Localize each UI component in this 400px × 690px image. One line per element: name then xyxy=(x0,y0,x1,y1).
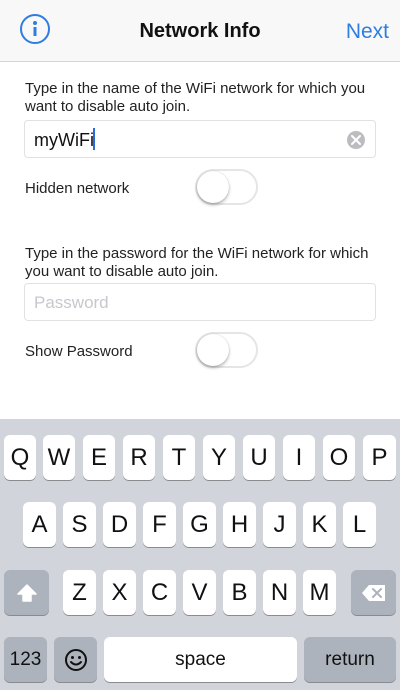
space-key[interactable]: space xyxy=(104,637,297,682)
key-p[interactable]: P xyxy=(363,435,396,480)
key-n[interactable]: N xyxy=(263,570,296,615)
key-l[interactable]: L xyxy=(343,502,376,547)
shift-key[interactable] xyxy=(4,570,49,615)
return-key[interactable]: return xyxy=(304,637,396,682)
key-m[interactable]: M xyxy=(303,570,336,615)
key-g[interactable]: G xyxy=(183,502,216,547)
keyboard: Q W E R T Y U I O P A S D F G H J K L Z … xyxy=(0,419,400,690)
next-button[interactable]: Next xyxy=(346,20,389,44)
key-t[interactable]: T xyxy=(163,435,195,480)
key-v[interactable]: V xyxy=(183,570,216,615)
delete-icon xyxy=(361,584,385,601)
key-u[interactable]: U xyxy=(243,435,275,480)
key-k[interactable]: K xyxy=(303,502,336,547)
page-title: Network Info xyxy=(139,20,261,42)
key-y[interactable]: Y xyxy=(203,435,235,480)
emoji-icon xyxy=(64,648,87,671)
shift-icon xyxy=(16,583,37,602)
key-z[interactable]: Z xyxy=(63,570,96,615)
key-s[interactable]: S xyxy=(63,502,96,547)
key-q[interactable]: Q xyxy=(4,435,36,480)
toggle-knob xyxy=(197,334,229,366)
network-name-field[interactable]: myWiFi xyxy=(24,120,376,158)
text-caret xyxy=(93,128,95,150)
clear-text-icon[interactable] xyxy=(347,131,365,149)
password-description: Type in the password for the WiFi networ… xyxy=(25,245,369,280)
key-a[interactable]: A xyxy=(23,502,56,547)
toggle-knob xyxy=(197,171,229,203)
key-o[interactable]: O xyxy=(323,435,355,480)
key-i[interactable]: I xyxy=(283,435,315,480)
key-r[interactable]: R xyxy=(123,435,155,480)
key-e[interactable]: E xyxy=(83,435,115,480)
password-placeholder: Password xyxy=(34,293,109,312)
key-j[interactable]: J xyxy=(263,502,296,547)
show-password-label: Show Password xyxy=(25,343,133,360)
delete-key[interactable] xyxy=(351,570,396,615)
numbers-key[interactable]: 123 xyxy=(4,637,47,682)
hidden-network-toggle[interactable] xyxy=(195,169,258,205)
emoji-key[interactable] xyxy=(54,637,97,682)
network-name-description: Type in the name of the WiFi network for… xyxy=(25,80,366,115)
hidden-network-label: Hidden network xyxy=(25,180,130,197)
key-w[interactable]: W xyxy=(43,435,75,480)
key-f[interactable]: F xyxy=(143,502,176,547)
show-password-toggle[interactable] xyxy=(195,332,258,368)
key-d[interactable]: D xyxy=(103,502,136,547)
key-b[interactable]: B xyxy=(223,570,256,615)
key-h[interactable]: H xyxy=(223,502,256,547)
key-c[interactable]: C xyxy=(143,570,176,615)
password-field[interactable]: Password xyxy=(24,283,376,321)
key-x[interactable]: X xyxy=(103,570,136,615)
navigation-bar: Network Info Next xyxy=(0,0,400,62)
network-name-value: myWiFi xyxy=(34,130,94,150)
